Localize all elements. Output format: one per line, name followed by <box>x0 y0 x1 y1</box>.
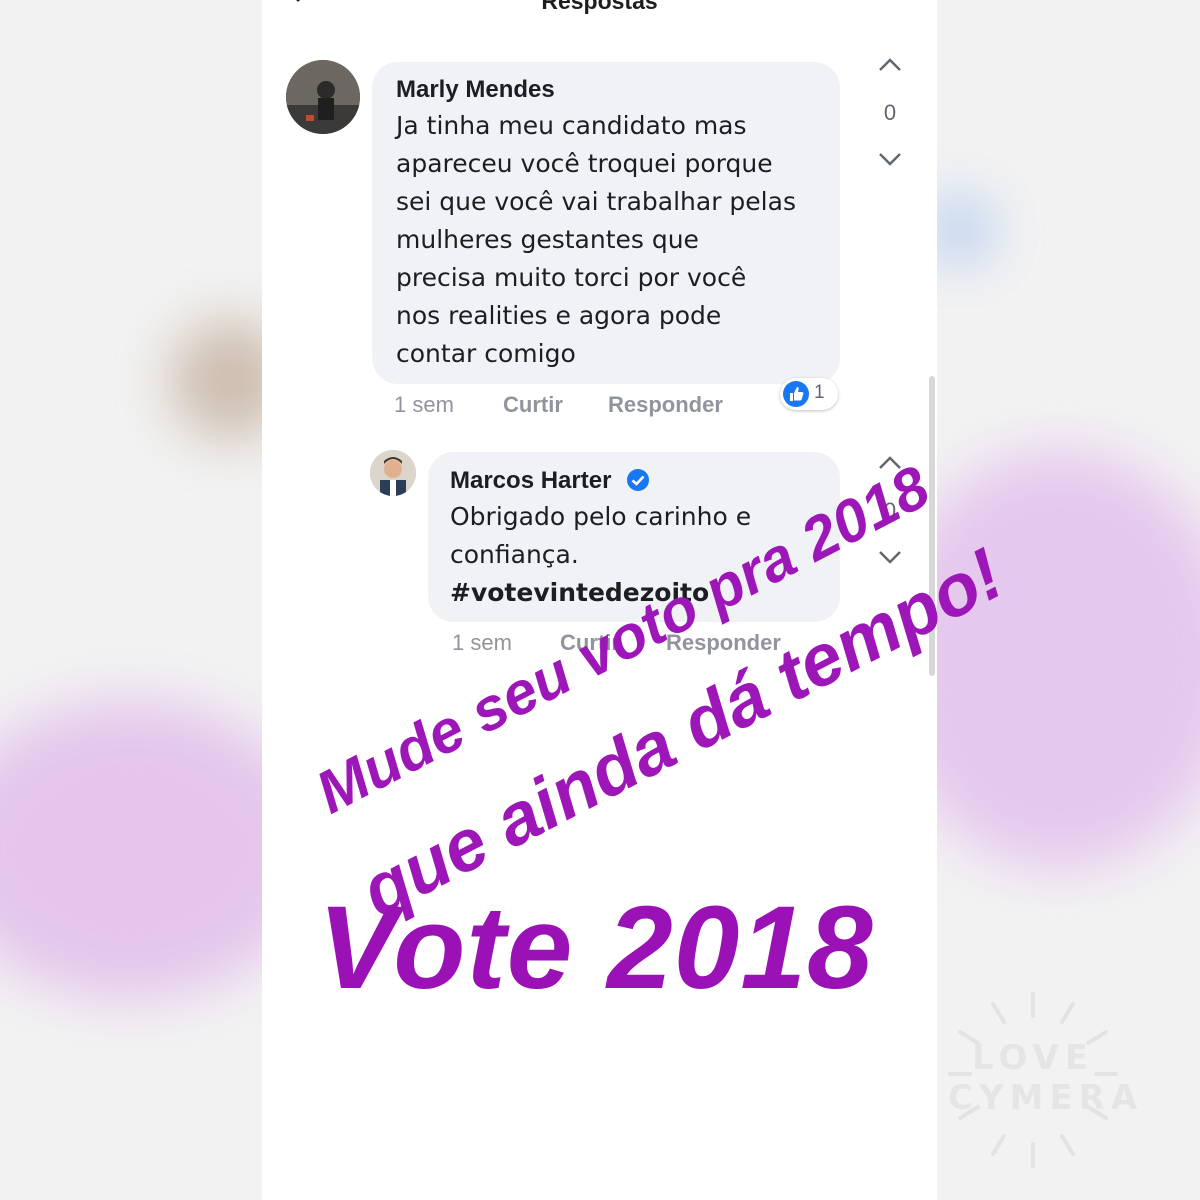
verified-badge-icon <box>627 469 649 491</box>
avatar[interactable] <box>370 450 416 496</box>
vote-2018-headline: Vote 2018 <box>318 882 874 1014</box>
watermark-line-2: CYMERA <box>948 1078 1144 1118</box>
comment-author[interactable]: Marcos Harter <box>450 467 611 495</box>
page-title: Respostas <box>541 0 658 14</box>
reply-button[interactable]: Responder <box>608 392 723 418</box>
header: Respostas <box>262 0 937 24</box>
like-icon <box>783 381 809 407</box>
background-blur <box>930 200 990 260</box>
vote-control: 0 <box>870 58 910 178</box>
comment-time: 1 sem <box>452 630 512 655</box>
like-button[interactable]: Curtir <box>503 392 563 418</box>
vote-count: 0 <box>883 100 897 125</box>
watermark: LOVE CYMERA <box>948 990 1144 1170</box>
reaction-number: 1 <box>814 382 825 403</box>
upvote-arrow-icon[interactable] <box>878 58 902 72</box>
downvote-arrow-icon[interactable] <box>878 152 902 166</box>
comment-bubble[interactable]: Marly Mendes Ja tinha meu candidato mas … <box>372 62 840 384</box>
replies-panel: Respostas Marly Mendes Ja tinha meu cand… <box>262 0 937 1200</box>
comment-author[interactable]: Marly Mendes <box>396 76 555 104</box>
downvote-arrow-icon[interactable] <box>878 550 902 564</box>
watermark-line-1: LOVE <box>972 1038 1094 1078</box>
comment-time: 1 sem <box>394 392 454 417</box>
avatar[interactable] <box>286 60 360 134</box>
reaction-count[interactable]: 1 <box>780 378 838 410</box>
comment-text: Ja tinha meu candidato mas apareceu você… <box>396 111 796 368</box>
